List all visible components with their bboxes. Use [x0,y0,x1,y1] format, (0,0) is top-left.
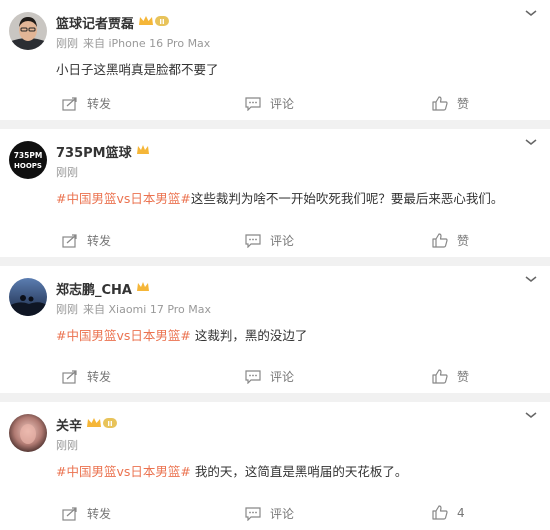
post-content: 小日子这黑哨真是脸都不要了 [56,59,219,78]
post-meta: 刚刚 来自 iPhone 16 Pro Max [56,35,210,51]
comment-icon [245,506,261,521]
like-button[interactable]: 赞 [432,232,469,249]
like-label: 赞 [457,234,470,248]
comment-icon [245,233,261,248]
post-time: 刚刚 [56,303,78,316]
comment-label: 评论 [270,507,295,521]
chevron-down-icon[interactable] [524,137,538,147]
post-meta: 刚刚 [56,437,78,453]
user-name-text[interactable]: 735PM篮球 [56,142,132,161]
repost-label: 转发 [87,507,112,521]
post-source: 来自 iPhone 16 Pro Max [83,37,211,50]
chevron-down-icon[interactable] [524,410,538,420]
chevron-down-icon[interactable] [524,8,538,18]
avatar-text: HOOPS [14,162,42,170]
comment-button[interactable]: 评论 [245,505,294,522]
comment-icon [245,96,261,111]
post-text: 这裁判，黑的没边了 [190,328,308,343]
like-button[interactable]: 赞 [432,95,469,112]
repost-label: 转发 [87,234,112,248]
like-icon [432,505,448,520]
post-card: 关辛 II 刚刚 #中国男篮vs日本男篮# 我的天，这简直是黑哨届的天花板了。 … [0,402,550,530]
like-icon [432,96,448,111]
post-card: 735PM HOOPS 735PM篮球 刚刚 #中国男篮vs日本男篮#这些裁判为… [0,129,550,257]
like-button[interactable]: 4 [432,505,465,520]
avatar-text: 735PM [14,151,43,160]
post-meta: 刚刚 [56,164,78,180]
comment-button[interactable]: 评论 [245,232,294,249]
repost-icon [62,233,77,248]
comment-label: 评论 [270,97,295,111]
avatar[interactable] [9,12,47,50]
crown-badge-icon: II [86,416,118,434]
post-meta: 刚刚 来自 Xiaomi 17 Pro Max [56,301,211,317]
repost-label: 转发 [87,370,112,384]
crown-badge-icon [136,281,150,297]
action-bar: 转发 评论 赞 [0,359,550,393]
weibo-feed: 篮球记者贾磊 II 刚刚 来自 iPhone 16 Pro Max 小日子这黑哨真… [0,0,550,530]
repost-button[interactable]: 转发 [62,232,111,249]
user-name[interactable]: 关辛 II [56,415,118,434]
post-content: #中国男篮vs日本男篮# 我的天，这简直是黑哨届的天花板了。 [56,461,407,480]
comment-icon [245,369,261,384]
crown-badge-icon: II [138,14,170,32]
avatar[interactable] [9,278,47,316]
user-name-text[interactable]: 篮球记者贾磊 [56,13,134,32]
comment-button[interactable]: 评论 [245,95,294,112]
user-name[interactable]: 篮球记者贾磊 II [56,13,170,32]
topic-link[interactable]: #中国男篮vs日本男篮# [56,328,191,343]
repost-label: 转发 [87,97,112,111]
like-icon [432,233,448,248]
like-button[interactable]: 赞 [432,368,469,385]
comment-label: 评论 [270,370,295,384]
avatar[interactable] [9,414,47,452]
badge-level: II [107,420,112,428]
action-bar: 转发 评论 4 [0,496,550,530]
like-count: 4 [457,505,465,520]
user-name-text[interactable]: 关辛 [56,415,82,434]
repost-button[interactable]: 转发 [62,505,111,522]
post-time: 刚刚 [56,439,78,452]
post-text: 这些裁判为啥不一开始吹死我们呢？要最后来恶心我们。 [190,191,504,206]
user-name-text[interactable]: 郑志鹏_CHA [56,279,132,298]
post-content: #中国男篮vs日本男篮#这些裁判为啥不一开始吹死我们呢？要最后来恶心我们。 [56,188,503,207]
post-text: 小日子这黑哨真是脸都不要了 [56,62,219,77]
badge-level: II [159,18,164,26]
repost-button[interactable]: 转发 [62,368,111,385]
post-time: 刚刚 [56,37,78,50]
comment-button[interactable]: 评论 [245,368,294,385]
repost-button[interactable]: 转发 [62,95,111,112]
action-bar: 转发 评论 赞 [0,223,550,257]
crown-badge-icon [136,144,150,160]
repost-icon [62,506,77,521]
post-card: 郑志鹏_CHA 刚刚 来自 Xiaomi 17 Pro Max #中国男篮vs日本… [0,266,550,393]
post-source: 来自 Xiaomi 17 Pro Max [83,303,212,316]
post-card: 篮球记者贾磊 II 刚刚 来自 iPhone 16 Pro Max 小日子这黑哨真… [0,0,550,120]
like-label: 赞 [457,370,470,384]
repost-icon [62,96,77,111]
comment-label: 评论 [270,234,295,248]
post-time: 刚刚 [56,166,78,179]
post-text: 我的天，这简直是黑哨届的天花板了。 [190,464,408,479]
like-icon [432,369,448,384]
post-content: #中国男篮vs日本男篮# 这裁判，黑的没边了 [56,325,307,344]
user-name[interactable]: 郑志鹏_CHA [56,279,150,298]
chevron-down-icon[interactable] [524,274,538,284]
topic-link[interactable]: #中国男篮vs日本男篮# [56,191,191,206]
topic-link[interactable]: #中国男篮vs日本男篮# [56,464,191,479]
action-bar: 转发 评论 赞 [0,86,550,120]
like-label: 赞 [457,97,470,111]
repost-icon [62,369,77,384]
avatar[interactable]: 735PM HOOPS [9,141,47,179]
user-name[interactable]: 735PM篮球 [56,142,150,161]
